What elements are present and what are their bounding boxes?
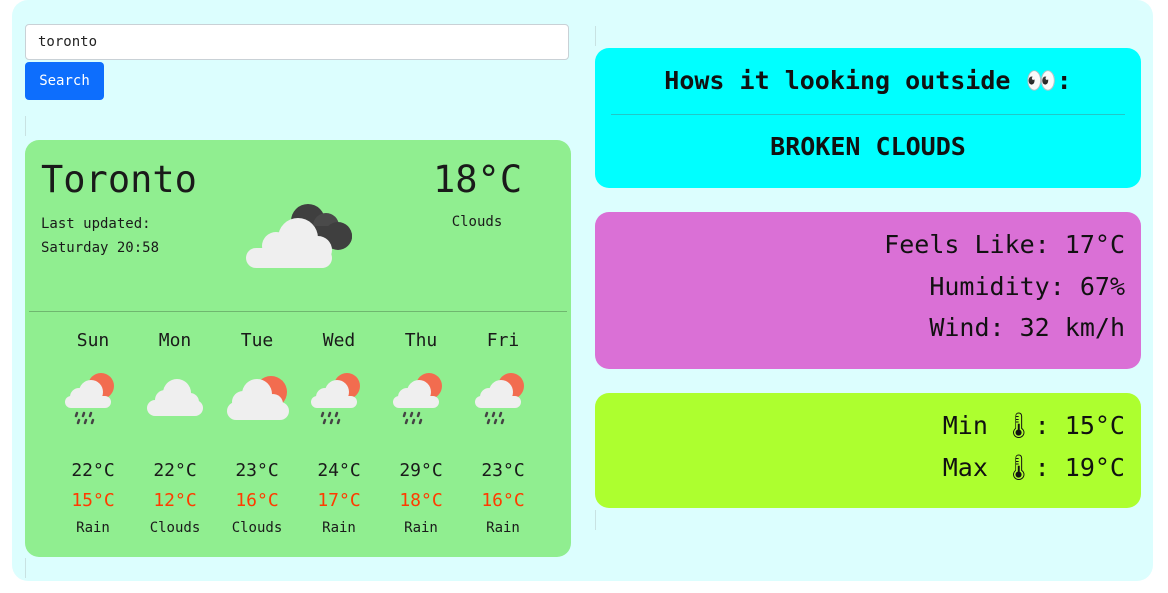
forecast-min-temp: 15°C bbox=[71, 490, 115, 511]
guide-line bbox=[595, 26, 596, 46]
cloud-icon bbox=[147, 379, 203, 416]
current-temperature: 18°C bbox=[433, 158, 523, 201]
city-name: Toronto bbox=[41, 158, 197, 201]
forecast-condition: Rain bbox=[76, 520, 110, 536]
current-condition: Clouds bbox=[451, 214, 503, 230]
forecast-condition: Rain bbox=[486, 520, 520, 536]
min-max-card: Min 🌡: 15°C Max 🌡: 19°C bbox=[595, 393, 1141, 508]
guide-line bbox=[25, 558, 26, 578]
forecast-condition: Clouds bbox=[231, 520, 283, 536]
forecast-day-name: Wed bbox=[322, 330, 356, 351]
last-updated-label: Last updated: bbox=[41, 216, 151, 232]
forecast-max-temp: 23°C bbox=[481, 460, 525, 481]
humidity: Humidity: 67% bbox=[929, 272, 1125, 301]
rain-sun-icon bbox=[393, 373, 442, 425]
forecast-day-name: Fri bbox=[486, 330, 520, 351]
forecast-day-name: Thu bbox=[404, 330, 438, 351]
forecast-condition: Rain bbox=[322, 520, 356, 536]
current-weather-card: Toronto Last updated: Saturday 20:58 18°… bbox=[25, 140, 571, 557]
forecast-max-temp: 22°C bbox=[71, 460, 115, 481]
search-input[interactable] bbox=[25, 24, 569, 60]
rain-sun-icon bbox=[311, 373, 360, 425]
card-divider bbox=[29, 311, 567, 312]
forecast-max-temp: 29°C bbox=[399, 460, 443, 481]
max-temperature: Max 🌡: 19°C bbox=[942, 453, 1125, 482]
rain-sun-icon bbox=[65, 373, 114, 425]
forecast-day-name: Mon bbox=[158, 330, 192, 351]
rain-sun-icon bbox=[475, 373, 524, 425]
forecast-min-temp: 17°C bbox=[317, 490, 361, 511]
forecast-min-temp: 16°C bbox=[481, 490, 525, 511]
outside-description: BROKEN CLOUDS bbox=[770, 132, 966, 161]
broken-clouds-icon bbox=[246, 204, 352, 268]
wind: Wind: 32 km/h bbox=[929, 313, 1125, 342]
outside-title: Hows it looking outside 👀: bbox=[664, 66, 1072, 95]
guide-line bbox=[25, 116, 26, 136]
search-button[interactable]: Search bbox=[25, 62, 104, 100]
outside-summary-card: Hows it looking outside 👀: BROKEN CLOUDS bbox=[595, 48, 1141, 188]
last-updated-time: Saturday 20:58 bbox=[41, 240, 160, 256]
forecast-condition: Rain bbox=[404, 520, 438, 536]
feels-like: Feels Like: 17°C bbox=[884, 230, 1125, 259]
forecast-day-name: Sun bbox=[76, 330, 110, 351]
forecast-max-temp: 22°C bbox=[153, 460, 197, 481]
forecast-day-name: Tue bbox=[240, 330, 274, 351]
forecast-min-temp: 12°C bbox=[153, 490, 197, 511]
cloud-sun-icon bbox=[227, 376, 289, 420]
forecast-min-temp: 18°C bbox=[399, 490, 443, 511]
outside-divider bbox=[611, 114, 1125, 115]
weather-details-card: Feels Like: 17°C Humidity: 67% Wind: 32 … bbox=[595, 212, 1141, 369]
forecast-max-temp: 23°C bbox=[235, 460, 279, 481]
forecast-max-temp: 24°C bbox=[317, 460, 361, 481]
min-temperature: Min 🌡: 15°C bbox=[942, 411, 1125, 440]
guide-line bbox=[595, 510, 596, 530]
forecast-condition: Clouds bbox=[149, 520, 201, 536]
forecast-min-temp: 16°C bbox=[235, 490, 279, 511]
